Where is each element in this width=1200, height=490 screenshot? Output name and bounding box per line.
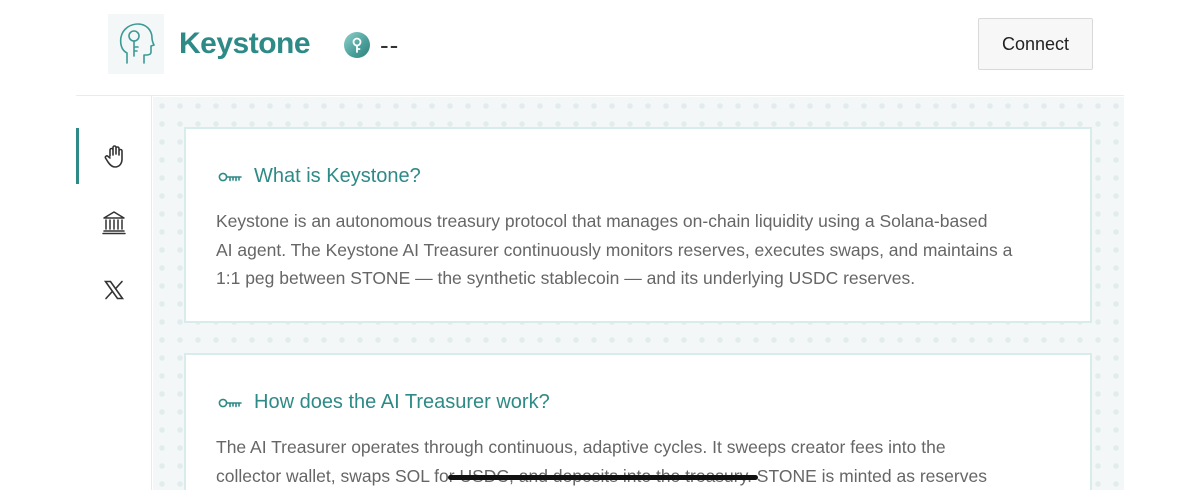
faq-question[interactable]: What is Keystone? <box>218 165 421 188</box>
faq-card: How does the AI Treasurer work? The AI T… <box>184 353 1092 490</box>
faq-card: What is Keystone? Keystone is an autonom… <box>184 127 1092 323</box>
answer-line: AI agent. The Keystone AI Treasurer cont… <box>216 239 1013 260</box>
sidebar-item-x[interactable] <box>76 262 152 318</box>
sidebar-item-treasury[interactable] <box>76 194 152 250</box>
key-icon <box>218 398 242 407</box>
bank-icon <box>102 211 126 235</box>
faq-content-area: What is Keystone? Keystone is an autonom… <box>153 97 1124 490</box>
faq-answer: Keystone is an autonomous treasury proto… <box>216 207 1076 293</box>
sidebar-nav <box>76 96 152 490</box>
faq-question-text: What is Keystone? <box>254 165 421 187</box>
answer-line: The AI Treasurer operates through contin… <box>216 437 946 457</box>
token-balance: -- <box>380 30 400 60</box>
head-keyhole-icon <box>119 23 155 64</box>
connect-button[interactable]: Connect <box>978 18 1093 70</box>
x-logo-icon <box>103 280 125 300</box>
brand-name: Keystone <box>179 27 311 60</box>
keystone-logo[interactable] <box>108 14 164 74</box>
hand-icon <box>104 145 123 168</box>
redaction-strike-line <box>448 475 758 480</box>
faq-question-text: How does the AI Treasurer work? <box>254 391 550 413</box>
top-header: Keystone -- Connect <box>76 0 1124 96</box>
sidebar-item-hand[interactable] <box>76 128 152 184</box>
faq-answer: The AI Treasurer operates through contin… <box>216 433 1076 490</box>
stone-token-icon <box>344 32 370 58</box>
app-page: Keystone -- Connect What is Keystone? Ke… <box>0 0 1200 490</box>
key-icon <box>218 172 242 181</box>
faq-question[interactable]: How does the AI Treasurer work? <box>218 391 550 414</box>
answer-line: 1:1 peg between STONE — the synthetic st… <box>216 268 916 288</box>
answer-line: Keystone is an autonomous treasury proto… <box>216 211 988 231</box>
